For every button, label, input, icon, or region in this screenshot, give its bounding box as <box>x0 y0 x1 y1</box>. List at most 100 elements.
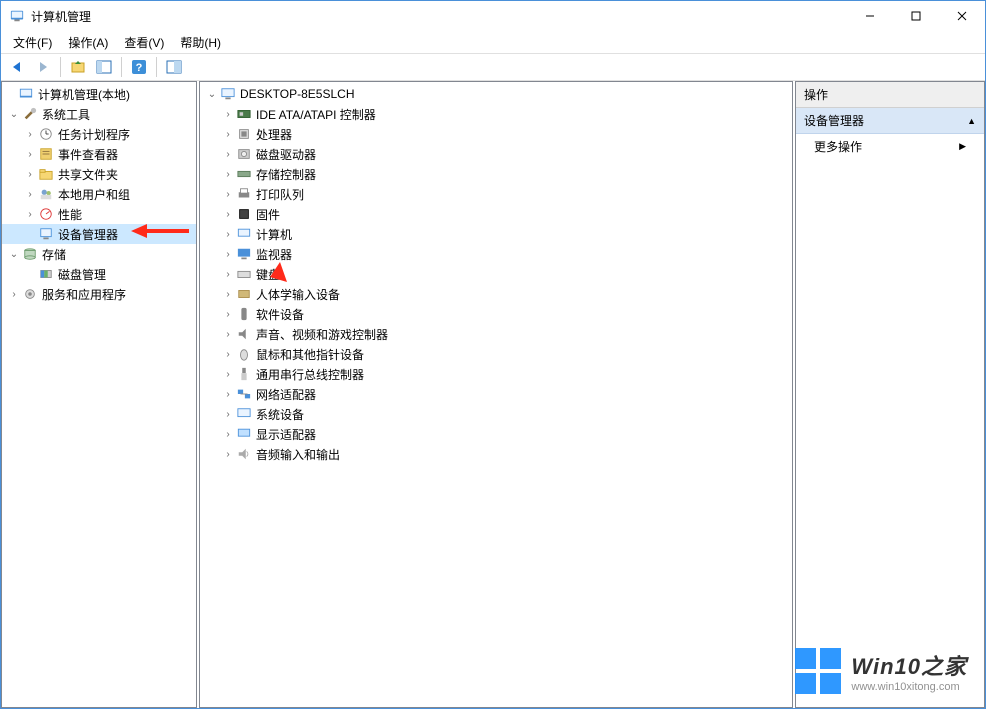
tree-item-task-scheduler[interactable]: › 任务计划程序 <box>2 124 196 144</box>
menu-action[interactable]: 操作(A) <box>60 32 116 53</box>
device-cat-usb[interactable]: ›通用串行总线控制器 <box>200 364 792 384</box>
expander-icon[interactable] <box>2 86 18 102</box>
chevron-right-icon[interactable]: › <box>220 226 236 242</box>
tree-label: IDE ATA/ATAPI 控制器 <box>256 106 376 123</box>
chevron-right-icon[interactable]: › <box>220 106 236 122</box>
tree-group-services[interactable]: ›服务和应用程序 <box>2 284 196 304</box>
collapse-icon: ▲ <box>967 116 976 126</box>
chevron-right-icon[interactable]: › <box>220 326 236 342</box>
device-cat-processor[interactable]: ›处理器 <box>200 124 792 144</box>
device-cat-keyboards[interactable]: › 键盘 <box>200 264 792 284</box>
tree-group-system-tools[interactable]: ⌄ 系统工具 <box>2 104 196 124</box>
chevron-right-icon[interactable]: › <box>220 206 236 222</box>
tree-item-performance[interactable]: ›性能 <box>2 204 196 224</box>
computer-icon <box>236 226 252 242</box>
chevron-right-icon[interactable]: › <box>220 166 236 182</box>
properties-button[interactable] <box>162 55 186 79</box>
device-cat-computer[interactable]: ›计算机 <box>200 224 792 244</box>
help-button[interactable]: ? <box>127 55 151 79</box>
tree-root[interactable]: 计算机管理(本地) <box>2 84 196 104</box>
tree-label: 人体学输入设备 <box>256 286 340 303</box>
tree-item-device-manager[interactable]: 设备管理器 <box>2 224 196 244</box>
close-button[interactable] <box>939 1 985 31</box>
tree-item-disk-management[interactable]: 磁盘管理 <box>2 264 196 284</box>
actions-panel: 操作 设备管理器 ▲ 更多操作 ▶ <box>795 81 985 708</box>
chevron-right-icon[interactable]: › <box>220 246 236 262</box>
device-cat-mice[interactable]: › 鼠标和其他指针设备 <box>200 344 792 364</box>
display-adapter-icon <box>236 426 252 442</box>
forward-button[interactable] <box>31 55 55 79</box>
device-cat-monitors[interactable]: ›监视器 <box>200 244 792 264</box>
expander-icon[interactable]: ⌄ <box>6 246 22 262</box>
expander-icon[interactable]: ⌄ <box>204 86 220 102</box>
chevron-right-icon[interactable]: › <box>6 286 22 302</box>
device-cat-network[interactable]: ›网络适配器 <box>200 384 792 404</box>
tree-label: 系统设备 <box>256 406 304 423</box>
device-cat-ide[interactable]: › IDE ATA/ATAPI 控制器 <box>200 104 792 124</box>
maximize-button[interactable] <box>893 1 939 31</box>
minimize-button[interactable] <box>847 1 893 31</box>
chevron-right-icon[interactable]: › <box>220 446 236 462</box>
device-cat-firmware[interactable]: › 固件 <box>200 204 792 224</box>
device-cat-disk-drives[interactable]: ›磁盘驱动器 <box>200 144 792 164</box>
chevron-right-icon[interactable]: › <box>220 186 236 202</box>
chevron-right-icon[interactable]: › <box>22 126 38 142</box>
menu-view[interactable]: 查看(V) <box>116 32 172 53</box>
monitor-icon <box>236 246 252 262</box>
device-cat-print-queues[interactable]: ›打印队列 <box>200 184 792 204</box>
chevron-right-icon[interactable]: › <box>22 206 38 222</box>
back-button[interactable] <box>5 55 29 79</box>
tree-group-storage[interactable]: ⌄ 存储 <box>2 244 196 264</box>
chevron-right-icon[interactable]: › <box>220 126 236 142</box>
chevron-right-icon[interactable]: › <box>220 406 236 422</box>
chevron-right-icon[interactable]: › <box>22 186 38 202</box>
device-cat-system-devices[interactable]: › 系统设备 <box>200 404 792 424</box>
chevron-right-icon[interactable]: › <box>220 286 236 302</box>
tree-label: 鼠标和其他指针设备 <box>256 346 364 363</box>
menu-file[interactable]: 文件(F) <box>5 32 60 53</box>
menu-help[interactable]: 帮助(H) <box>172 32 229 53</box>
console-tree-panel: 计算机管理(本地) ⌄ 系统工具 › 任务计划程序 ›事件查看器 ›共享文件夹 ›… <box>1 81 197 708</box>
shared-folder-icon <box>38 166 54 182</box>
device-cat-storage-controllers[interactable]: › 存储控制器 <box>200 164 792 184</box>
chevron-right-icon[interactable]: › <box>220 306 236 322</box>
chevron-right-icon[interactable]: › <box>220 426 236 442</box>
tree-item-local-users[interactable]: › 本地用户和组 <box>2 184 196 204</box>
tree-label: 计算机管理(本地) <box>38 86 130 103</box>
device-cat-software-devices[interactable]: ›软件设备 <box>200 304 792 324</box>
chevron-right-icon[interactable]: › <box>22 146 38 162</box>
chevron-right-icon[interactable]: › <box>220 146 236 162</box>
expander-icon[interactable]: ⌄ <box>6 106 22 122</box>
chevron-right-icon[interactable]: › <box>22 166 38 182</box>
tree-label: 存储 <box>42 246 66 263</box>
chevron-right-icon[interactable]: › <box>220 346 236 362</box>
tree-label: 固件 <box>256 206 280 223</box>
tree-item-shared-folders[interactable]: ›共享文件夹 <box>2 164 196 184</box>
show-hide-tree-button[interactable] <box>92 55 116 79</box>
tree-label: 本地用户和组 <box>58 186 130 203</box>
device-cat-audio-io[interactable]: › 音频输入和输出 <box>200 444 792 464</box>
tree-label: 键盘 <box>256 266 280 283</box>
chevron-right-icon[interactable]: › <box>220 266 236 282</box>
watermark: Win10之家 www.win10xitong.com <box>795 648 967 694</box>
chevron-right-icon: ▶ <box>959 141 966 152</box>
network-icon <box>236 386 252 402</box>
device-root[interactable]: ⌄DESKTOP-8E5SLCH <box>200 84 792 104</box>
tree-label: 音频输入和输出 <box>256 446 340 463</box>
device-cat-sound-video-game[interactable]: ›声音、视频和游戏控制器 <box>200 324 792 344</box>
chevron-right-icon[interactable]: › <box>220 386 236 402</box>
services-icon <box>22 286 38 302</box>
tree-label: 任务计划程序 <box>58 126 130 143</box>
up-button[interactable] <box>66 55 90 79</box>
tree-label: 显示适配器 <box>256 426 316 443</box>
app-icon <box>9 8 25 24</box>
actions-more[interactable]: 更多操作 ▶ <box>796 134 984 159</box>
tree-item-event-viewer[interactable]: ›事件查看器 <box>2 144 196 164</box>
computer-management-icon <box>18 86 34 102</box>
chevron-right-icon[interactable]: › <box>220 366 236 382</box>
device-cat-hid[interactable]: › 人体学输入设备 <box>200 284 792 304</box>
actions-section[interactable]: 设备管理器 ▲ <box>796 108 984 134</box>
device-cat-display-adapters[interactable]: › 显示适配器 <box>200 424 792 444</box>
actions-header: 操作 <box>796 82 984 108</box>
tree-label: 存储控制器 <box>256 166 316 183</box>
